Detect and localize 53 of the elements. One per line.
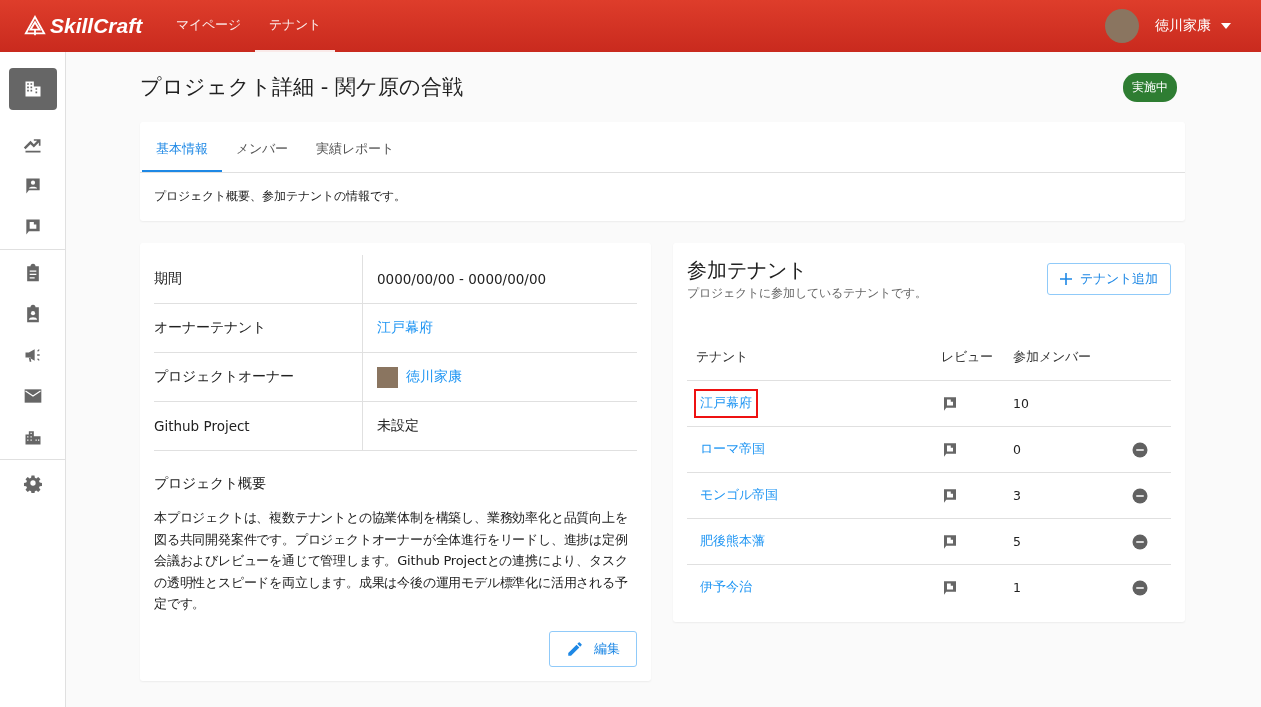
member-count: 5 <box>1013 534 1022 549</box>
summary-text: 本プロジェクトは、複数テナントとの協業体制を構築し、業務効率化と品質向上を図る共同開発案件です。プロジェクトオーナーが全体進行をリードし、進捗は定例会議およびレビューを通じて管理します。Github Projectとの連携により、タスクの透明性とスピードを両立します。成果は今後の運用モデル標準化に活用される予定です。 <box>154 509 629 613</box>
edit-button[interactable]: 編集 <box>549 630 637 667</box>
nav-tab[interactable]: マイページ <box>162 0 256 52</box>
tenant-link[interactable]: 江戸幕府 <box>696 391 756 416</box>
field-label: オーナーテナント <box>154 319 267 337</box>
logo-text: SkillCraft <box>50 14 143 38</box>
remove-button[interactable] <box>1131 440 1149 459</box>
building-chat-icon[interactable] <box>941 394 959 413</box>
page-title: プロジェクト詳細 - 関ケ原の合戦 <box>140 74 464 101</box>
nav-tab[interactable]: テナント <box>255 0 336 52</box>
user-name[interactable]: 徳川家康 <box>1155 17 1211 35</box>
tenant-link[interactable]: 肥後熊本藩 <box>696 529 769 554</box>
remove-button[interactable] <box>1131 578 1149 597</box>
tenant-link[interactable]: 江戸幕府 <box>377 319 433 337</box>
section-title: プロジェクト概要 <box>154 475 267 493</box>
remove-button[interactable] <box>1131 532 1149 551</box>
building-chat-icon[interactable] <box>941 440 959 459</box>
tenant-link[interactable]: ローマ帝国 <box>696 437 769 462</box>
field-label: 期間 <box>154 270 183 288</box>
column-header: レビュー <box>941 349 994 366</box>
tenant-link[interactable]: 伊予今治 <box>696 575 756 600</box>
user-link[interactable]: 徳川家康 <box>406 368 462 386</box>
field-value: 0000/00/00 - 0000/00/00 <box>377 271 547 287</box>
sidebar-item[interactable] <box>8 68 57 110</box>
member-count: 10 <box>1013 396 1030 411</box>
pencil-icon <box>566 639 584 658</box>
column-header: 参加メンバー <box>1013 349 1092 366</box>
member-count: 0 <box>1013 442 1022 457</box>
section-title: 参加テナント <box>687 257 808 284</box>
tab[interactable]: 基本情報 <box>142 140 222 172</box>
remove-button[interactable] <box>1131 486 1149 505</box>
tab[interactable]: 実績レポート <box>302 140 408 172</box>
plus-icon <box>1060 273 1072 285</box>
building-chat-icon[interactable] <box>941 532 959 551</box>
field-value: 未設定 <box>377 417 419 435</box>
add-tenant-button[interactable]: テナント追加 <box>1047 263 1171 295</box>
building-chat-icon[interactable] <box>941 578 959 597</box>
status-chip: 実施中 <box>1123 72 1177 102</box>
user-avatar <box>377 366 398 388</box>
member-count: 1 <box>1013 580 1022 595</box>
tenant-link[interactable]: モンゴル帝国 <box>696 483 782 508</box>
tab-description: プロジェクト概要、参加テナントの情報です。 <box>153 188 407 205</box>
member-count: 3 <box>1013 488 1022 503</box>
column-header: テナント <box>696 349 749 366</box>
logo-icon <box>24 15 46 37</box>
tab[interactable]: メンバー <box>222 140 302 172</box>
settings-icon <box>22 472 43 493</box>
field-label: Github Project <box>154 418 251 434</box>
building-chat-icon[interactable] <box>941 486 959 505</box>
field-label: プロジェクトオーナー <box>154 368 295 386</box>
section-subtitle: プロジェクトに参加しているテナントです。 <box>687 286 928 301</box>
caret-icon[interactable] <box>1221 23 1231 29</box>
